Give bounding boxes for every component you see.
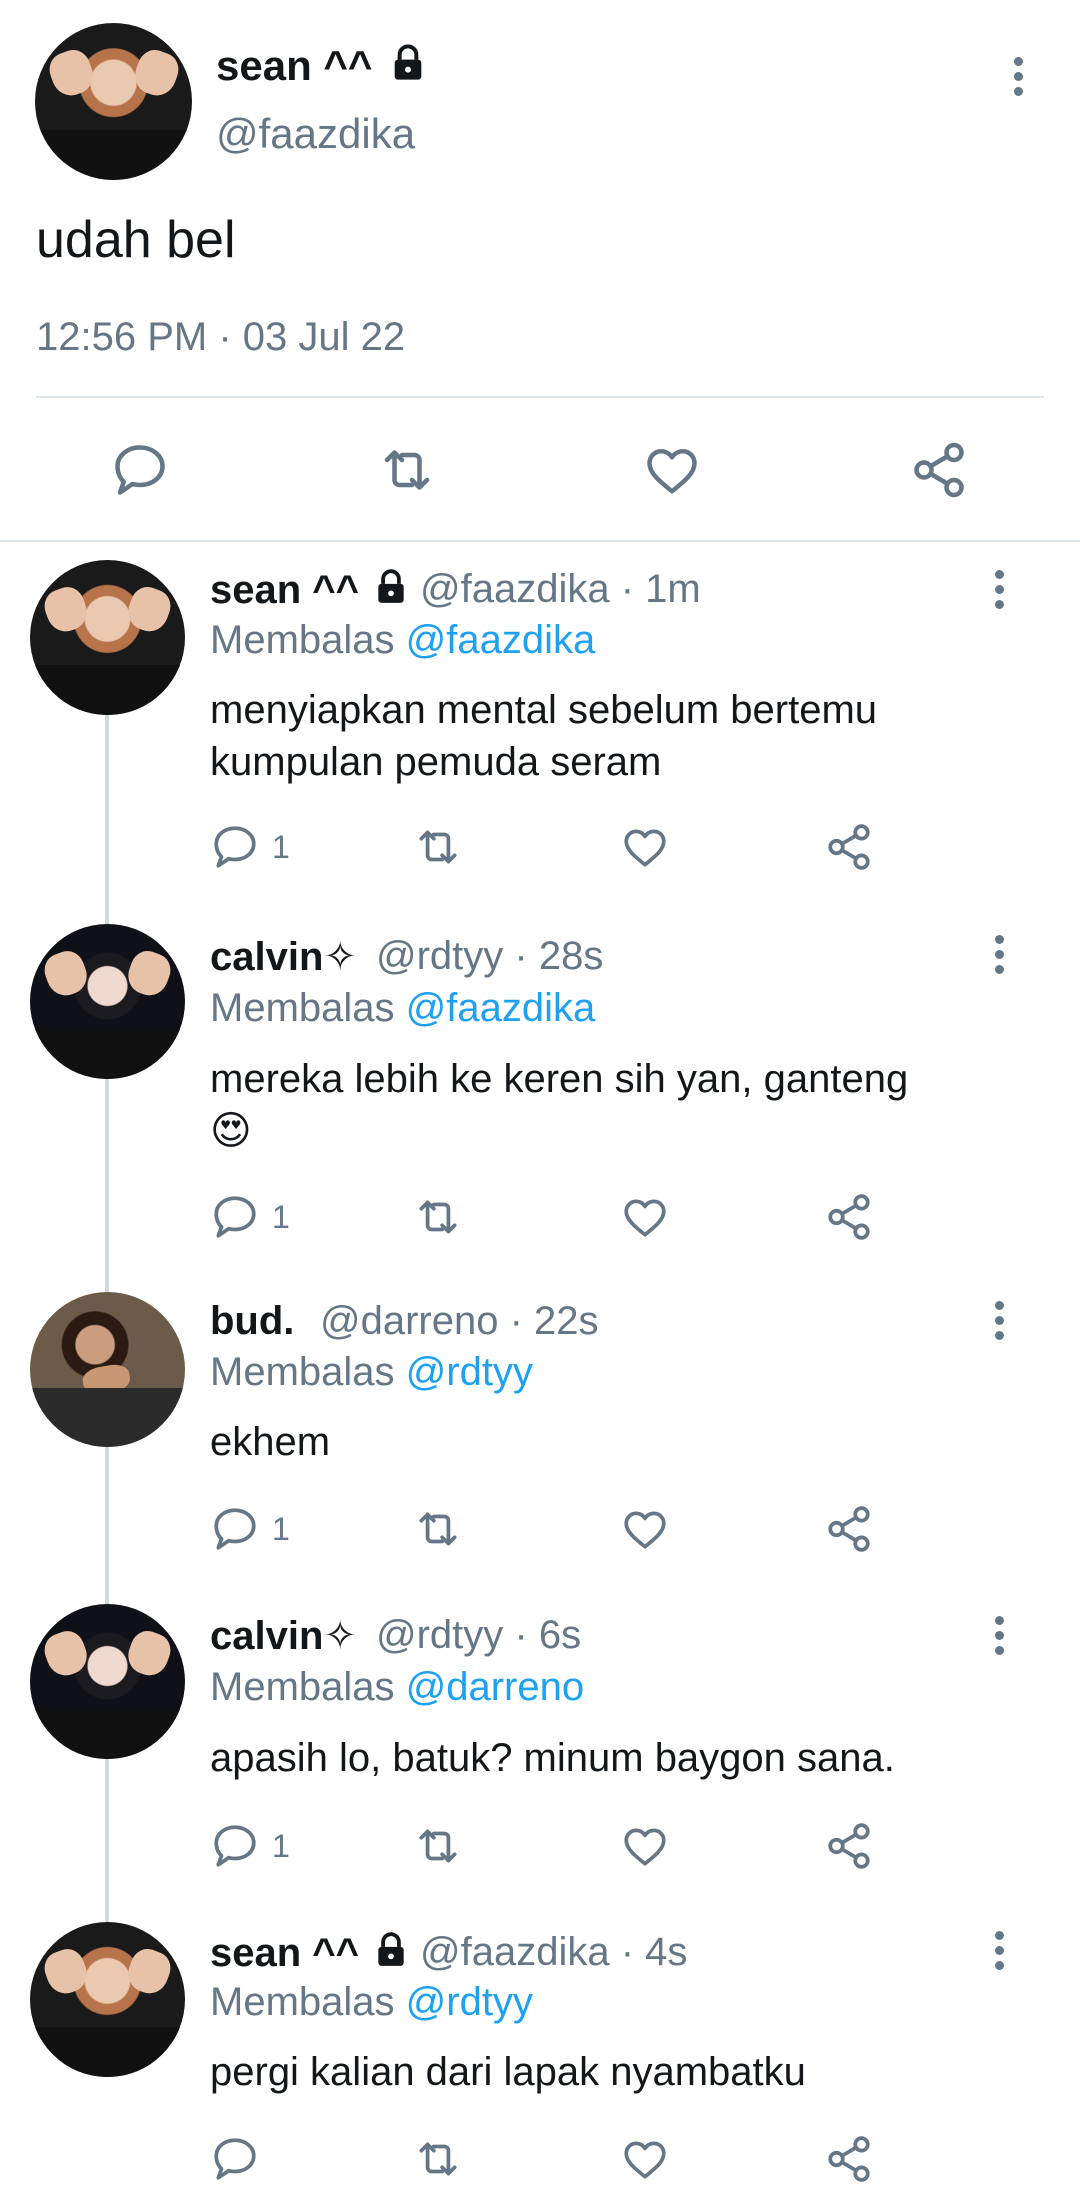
emoji: 😍 [210, 1109, 252, 1153]
reply-icon[interactable] [210, 1192, 260, 1242]
retweet-icon[interactable] [410, 1504, 466, 1554]
author-name[interactable]: sean ^^ [216, 42, 428, 90]
handle-time[interactable]: @faazdika · 4s [420, 1930, 687, 1975]
reply-count: 1 [272, 829, 290, 865]
avatar[interactable] [30, 1292, 185, 1447]
replying-to: Membalas @darreno [210, 1665, 585, 1709]
reply-icon[interactable] [210, 822, 260, 872]
divider [0, 540, 1080, 542]
reply-count: 1 [272, 1511, 290, 1547]
avatar[interactable] [30, 560, 185, 715]
retweet-icon[interactable] [410, 822, 466, 872]
reply-icon[interactable] [210, 2134, 260, 2184]
lock-icon [378, 569, 404, 603]
lock-icon [394, 44, 422, 80]
replying-to: Membalas @faazdika [210, 986, 596, 1030]
share-icon[interactable] [824, 1821, 874, 1871]
replying-to: Membalas @rdtyy [210, 1980, 533, 2024]
like-icon[interactable] [619, 1504, 671, 1554]
retweet-icon[interactable] [410, 1192, 466, 1242]
reply-icon[interactable] [110, 440, 170, 500]
share-icon[interactable] [824, 1192, 874, 1242]
share-icon[interactable] [824, 2134, 874, 2184]
retweet-icon[interactable] [410, 1821, 466, 1871]
mention-link[interactable]: @faazdika [406, 618, 596, 662]
handle-time[interactable]: @rdtyy · 28s [376, 934, 603, 979]
retweet-icon[interactable] [374, 440, 440, 500]
retweet-icon[interactable] [410, 2134, 466, 2184]
mention-link[interactable]: @rdtyy [406, 1350, 533, 1394]
reply-icon[interactable] [210, 1821, 260, 1871]
more-options-icon[interactable] [992, 935, 1006, 980]
tweet-text: menyiapkan mental sebelum bertemu kumpul… [210, 688, 878, 784]
replying-to: Membalas @faazdika [210, 618, 596, 662]
reply-count: 1 [272, 1199, 290, 1235]
reply-icon[interactable] [210, 1504, 260, 1554]
mention-link[interactable]: @darreno [406, 1665, 584, 1709]
replying-to: Membalas @rdtyy [210, 1350, 533, 1394]
tweet-text: ekhem [210, 1420, 331, 1464]
like-icon[interactable] [619, 1192, 671, 1242]
tweet-timestamp[interactable]: 12:56 PM · 03 Jul 22 [36, 315, 405, 360]
avatar[interactable] [30, 1922, 185, 2077]
author-name[interactable]: calvin✧ [210, 934, 357, 980]
reply-count: 1 [272, 1828, 290, 1864]
more-options-icon[interactable] [992, 1931, 1006, 1976]
avatar[interactable] [30, 1604, 185, 1759]
avatar[interactable] [30, 924, 185, 1079]
lock-icon [378, 1932, 404, 1966]
like-icon[interactable] [619, 822, 671, 872]
like-icon[interactable] [619, 2134, 671, 2184]
handle-time[interactable]: @faazdika · 1m [420, 567, 701, 612]
tweet-text: apasih lo, batuk? minum baygon sana. [210, 1736, 895, 1780]
handle-time[interactable]: @rdtyy · 6s [376, 1613, 581, 1658]
like-icon[interactable] [619, 1821, 671, 1871]
author-name[interactable]: bud. [210, 1299, 294, 1344]
more-options-icon[interactable] [992, 1616, 1006, 1661]
divider [36, 396, 1044, 398]
author-handle[interactable]: @faazdika [216, 110, 415, 158]
author-name[interactable]: sean ^^ [210, 567, 410, 613]
share-icon[interactable] [909, 440, 969, 500]
share-icon[interactable] [824, 822, 874, 872]
more-options-icon[interactable] [992, 570, 1006, 615]
author-name[interactable]: sean ^^ [210, 1930, 410, 1976]
avatar[interactable] [35, 23, 192, 180]
author-name[interactable]: calvin✧ [210, 1613, 357, 1659]
handle-time[interactable]: @darreno · 22s [320, 1299, 599, 1344]
more-options-icon[interactable] [1011, 57, 1025, 102]
tweet-text: mereka lebih ke keren sih yan, ganteng 😍 [210, 1057, 909, 1153]
more-options-icon[interactable] [992, 1301, 1006, 1346]
tweet-text: udah bel [36, 211, 236, 269]
mention-link[interactable]: @rdtyy [406, 1980, 533, 2024]
like-icon[interactable] [641, 440, 703, 500]
share-icon[interactable] [824, 1504, 874, 1554]
mention-link[interactable]: @faazdika [406, 986, 596, 1030]
tweet-text: pergi kalian dari lapak nyambatku [210, 2050, 806, 2094]
